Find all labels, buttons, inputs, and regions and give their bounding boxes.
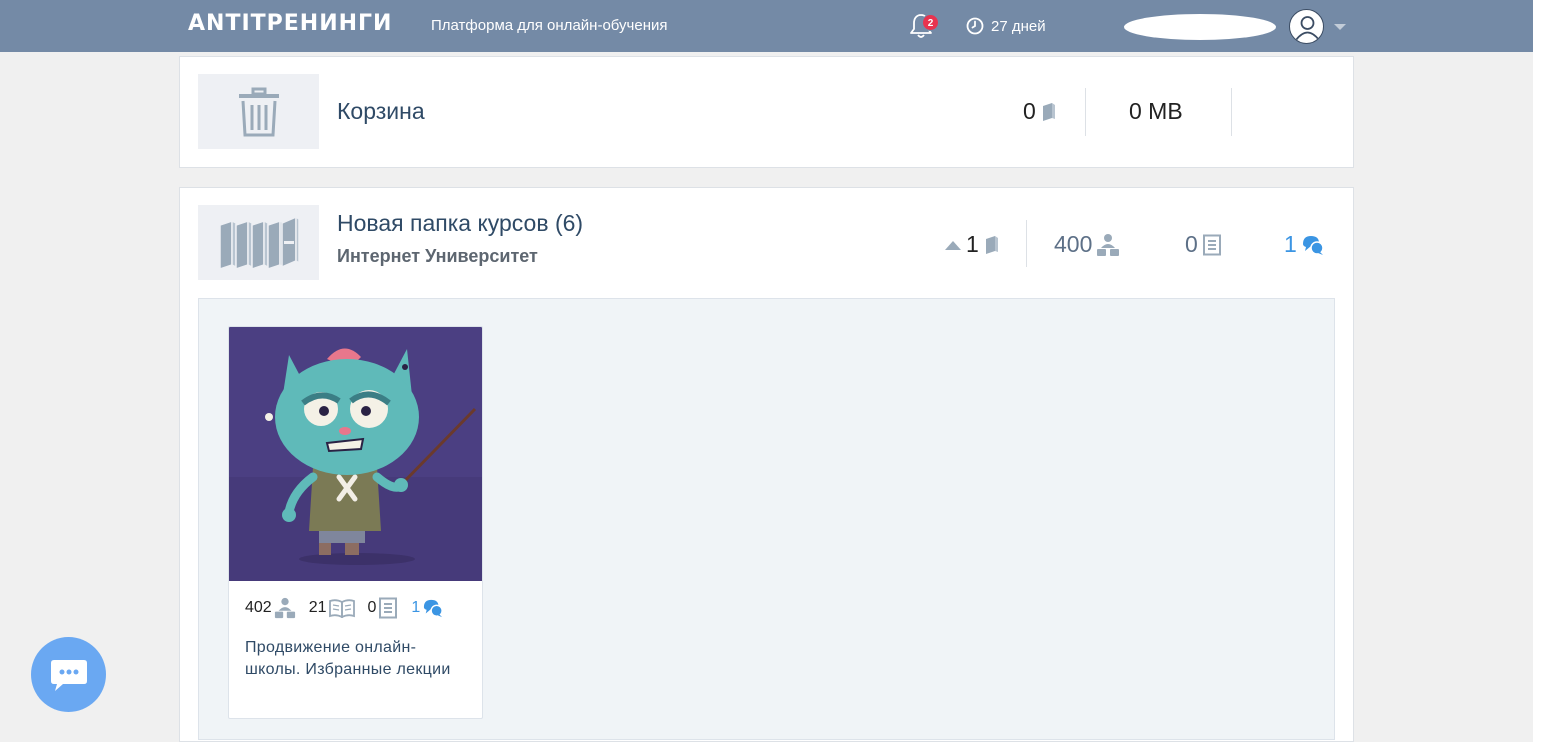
divider [1231, 88, 1232, 136]
folder-courses-area: 402 21 0 1 Продвижение онлайн-школы. Изб… [198, 298, 1335, 740]
scrollbar-area[interactable] [1533, 0, 1550, 742]
course-lessons-stat: 21 [309, 598, 355, 618]
students-icon [274, 597, 295, 619]
trash-title[interactable]: Корзина [337, 98, 425, 125]
trash-courses-count: 0 [1023, 98, 1036, 124]
chat-icon [50, 659, 87, 691]
trash-courses-stat: 0 [1023, 98, 1056, 125]
trash-thumbnail[interactable] [198, 74, 319, 149]
divider [1026, 220, 1027, 267]
avatar[interactable] [1289, 9, 1324, 44]
username-redacted[interactable] [1124, 14, 1276, 40]
students-icon [1097, 233, 1120, 256]
folder-chats-stat[interactable]: 1 [1284, 231, 1325, 258]
tagline: Платформа для онлайн-обучения [431, 17, 668, 34]
subscription-days[interactable]: 27 дней [966, 17, 1046, 35]
user-icon [1295, 16, 1320, 41]
course-chats-stat[interactable]: 1 [411, 598, 444, 618]
folder-thumbnail[interactable] [198, 205, 319, 280]
clock-icon [966, 17, 984, 35]
document-icon [379, 597, 398, 619]
divider [1085, 88, 1086, 136]
folder-tasks-stat: 0 [1185, 231, 1222, 258]
course-title[interactable]: Продвижение онлайн-школы. Избранные лекц… [245, 637, 465, 681]
open-book-icon [328, 599, 355, 618]
trash-folder-card: Корзина 0 0 MB [179, 56, 1354, 168]
course-tasks-stat: 0 [368, 597, 399, 619]
logo[interactable]: ANTITРЕНИНГИ [188, 11, 392, 36]
days-left-label: 27 дней [991, 17, 1046, 35]
chat-bubbles-icon [1302, 235, 1324, 255]
folder-title[interactable]: Новая папка курсов (6) [337, 210, 583, 237]
course-students-stat: 402 [245, 597, 296, 619]
course-tasks-count: 0 [367, 599, 377, 616]
chevron-down-icon[interactable] [1334, 24, 1346, 30]
course-cover-image[interactable] [229, 327, 483, 581]
notification-badge[interactable]: 2 [922, 14, 939, 31]
support-chat-button[interactable] [31, 637, 106, 712]
books-icon [218, 215, 300, 270]
course-folder-card: Новая папка курсов (6) Интернет Универси… [179, 187, 1354, 742]
book-icon [1042, 102, 1055, 121]
document-icon [1202, 234, 1221, 255]
trash-icon [238, 87, 279, 136]
folder-tasks-count: 0 [1185, 231, 1198, 257]
course-card[interactable]: 402 21 0 1 Продвижение онлайн-школы. Изб… [228, 326, 483, 719]
folder-students-count: 400 [1054, 231, 1093, 257]
course-lessons-count: 21 [308, 599, 327, 616]
book-icon [985, 235, 998, 254]
chat-bubbles-icon [424, 599, 444, 618]
top-bar: ANTITРЕНИНГИ Платформа для онлайн-обучен… [0, 0, 1533, 52]
course-students-count: 402 [245, 599, 272, 616]
folder-chats-count: 1 [1284, 231, 1297, 257]
folder-courses-count: 1 [966, 231, 979, 257]
folder-owner: Интернет Университет [337, 246, 538, 266]
trash-size: 0 MB [1129, 98, 1183, 124]
folder-courses-stat[interactable]: 1 [944, 231, 999, 258]
folder-students-stat: 400 [1054, 231, 1120, 258]
collapse-arrow-icon[interactable] [944, 239, 962, 251]
course-stats: 402 21 0 1 [245, 597, 457, 619]
course-chats-count: 1 [411, 599, 421, 616]
